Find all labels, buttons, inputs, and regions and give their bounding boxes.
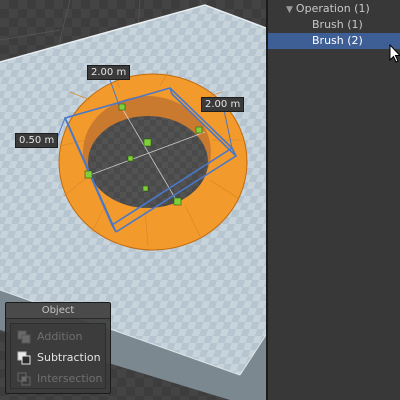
handle-inner-b bbox=[142, 185, 149, 192]
object-panel: Object Addition Subtraction Intersection bbox=[5, 302, 111, 394]
mouse-pointer-icon bbox=[389, 44, 400, 63]
hierarchy-panel: ▼ Operation (1) Brush (1) Brush (2) bbox=[268, 0, 400, 400]
scene-viewport[interactable]: 2.00 m 2.00 m 0.50 m Object Addition Sub… bbox=[0, 0, 266, 400]
handle-right bbox=[195, 126, 203, 134]
editor-window: 2.00 m 2.00 m 0.50 m Object Addition Sub… bbox=[0, 0, 400, 400]
operation-subtraction-label: Subtraction bbox=[37, 351, 101, 364]
tree-item-brush-2[interactable]: Brush (2) bbox=[268, 33, 400, 49]
operation-subtraction[interactable]: Subtraction bbox=[11, 347, 105, 368]
tree-item-operation[interactable]: ▼ Operation (1) bbox=[268, 1, 400, 17]
handle-inner-a bbox=[127, 155, 134, 162]
tree-item-brush-1[interactable]: Brush (1) bbox=[268, 17, 400, 33]
handle-center bbox=[143, 138, 152, 147]
addition-icon bbox=[17, 330, 31, 344]
tree-item-brush-1-label: Brush (1) bbox=[312, 18, 363, 31]
operation-addition-label: Addition bbox=[37, 330, 83, 343]
operation-intersection-label: Intersection bbox=[37, 372, 103, 385]
tree-item-operation-label: Operation (1) bbox=[295, 2, 370, 15]
expand-arrow-icon[interactable]: ▼ bbox=[286, 5, 293, 15]
object-panel-title: Object bbox=[6, 303, 110, 319]
operation-list: Addition Subtraction Intersection bbox=[10, 323, 106, 389]
ring-hole bbox=[88, 116, 208, 208]
dimension-label-right: 2.00 m bbox=[201, 97, 245, 112]
handle-bottom bbox=[173, 197, 182, 206]
subtraction-icon bbox=[17, 351, 31, 365]
intersection-icon bbox=[17, 372, 31, 386]
handle-top bbox=[118, 103, 126, 111]
operation-addition[interactable]: Addition bbox=[11, 326, 105, 347]
dimension-label-top: 2.00 m bbox=[87, 65, 131, 80]
dimension-label-left: 0.50 m bbox=[15, 133, 59, 148]
handle-left bbox=[84, 170, 93, 179]
operation-intersection[interactable]: Intersection bbox=[11, 368, 105, 389]
tree-item-brush-2-label: Brush (2) bbox=[312, 34, 363, 47]
